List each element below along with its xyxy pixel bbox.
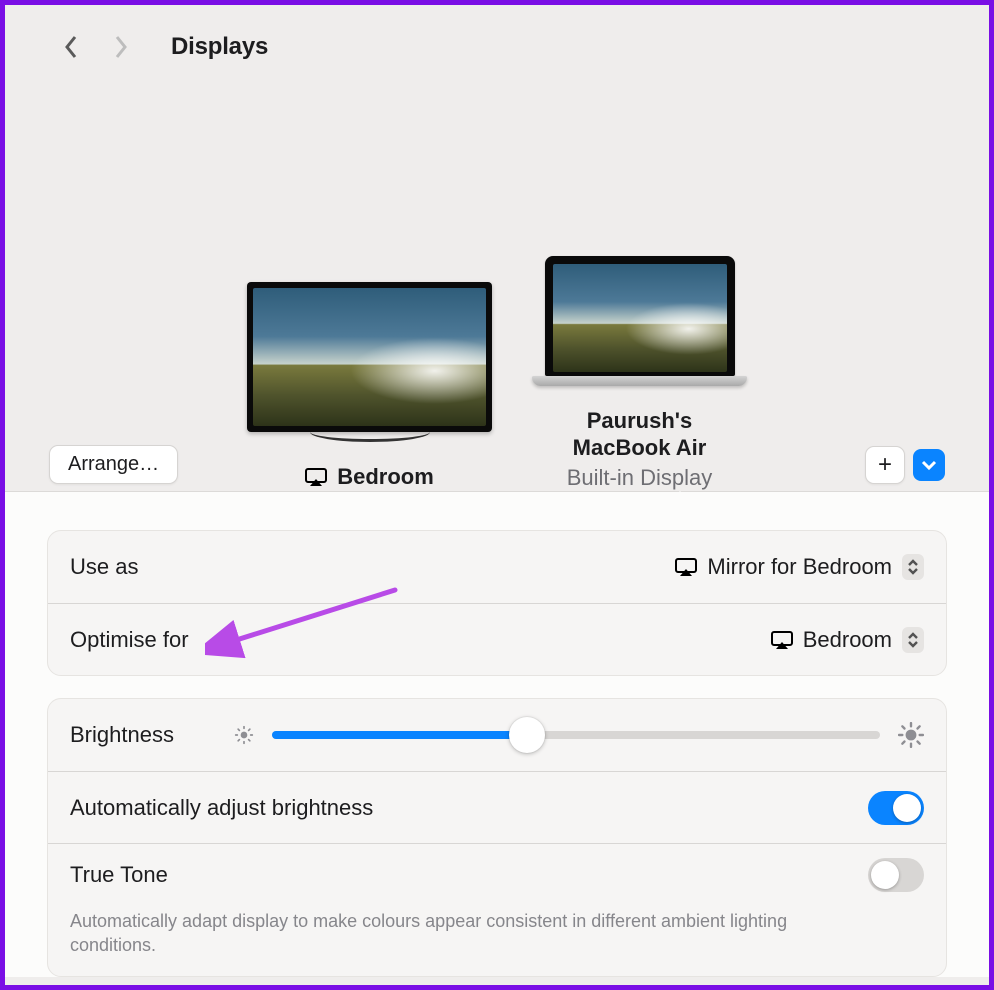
brightness-low-icon — [234, 725, 254, 745]
panel-brightness: Brightness Automatically adjust brightne… — [47, 698, 947, 977]
display-item-external[interactable]: Bedroom — [247, 282, 492, 491]
nav-forward-button[interactable] — [111, 33, 131, 61]
airplay-icon — [675, 558, 697, 576]
nav-back-button[interactable] — [61, 33, 81, 61]
display-preview-area: Bedroom Paurush's MacBook Air Built-in D… — [5, 71, 989, 491]
stepper-icon — [902, 554, 924, 580]
use-as-popup[interactable]: Mirror for Bedroom — [675, 554, 924, 580]
row-optimise-for: Optimise for Bedroom — [48, 603, 946, 675]
stepper-icon — [902, 627, 924, 653]
true-tone-description: Automatically adapt display to make colo… — [48, 909, 868, 976]
display-item-builtin[interactable]: Paurush's MacBook Air Built-in Display — [532, 256, 747, 491]
row-brightness: Brightness — [48, 699, 946, 771]
add-display-button[interactable]: + — [865, 446, 905, 484]
page-title: Displays — [171, 33, 268, 61]
selected-display-pointer — [664, 491, 696, 507]
expand-displays-button[interactable] — [913, 449, 945, 481]
brightness-slider-thumb[interactable] — [509, 717, 545, 753]
optimise-for-value: Bedroom — [803, 627, 892, 653]
row-true-tone: True Tone — [48, 843, 946, 915]
display-external-label: Bedroom — [337, 464, 434, 490]
airplay-icon — [305, 468, 327, 486]
header-toolbar: Displays — [5, 5, 989, 71]
brightness-label: Brightness — [70, 722, 174, 748]
optimise-for-popup[interactable]: Bedroom — [771, 627, 924, 653]
display-builtin-subtitle: Built-in Display — [532, 465, 747, 491]
panel-mirroring: Use as Mirror for Bedroom Optimise for — [47, 530, 947, 676]
use-as-label: Use as — [70, 554, 138, 580]
use-as-value: Mirror for Bedroom — [707, 554, 892, 580]
row-use-as: Use as Mirror for Bedroom — [48, 531, 946, 603]
settings-container: Use as Mirror for Bedroom Optimise for — [5, 491, 989, 977]
brightness-slider[interactable] — [272, 731, 880, 739]
brightness-high-icon — [898, 722, 924, 748]
optimise-for-label: Optimise for — [70, 627, 189, 653]
airplay-icon — [771, 631, 793, 649]
true-tone-toggle[interactable] — [868, 858, 924, 892]
auto-brightness-label: Automatically adjust brightness — [70, 795, 373, 821]
arrange-button[interactable]: Arrange… — [49, 445, 178, 484]
auto-brightness-toggle[interactable] — [868, 791, 924, 825]
true-tone-label: True Tone — [70, 862, 168, 888]
row-auto-brightness: Automatically adjust brightness — [48, 771, 946, 843]
